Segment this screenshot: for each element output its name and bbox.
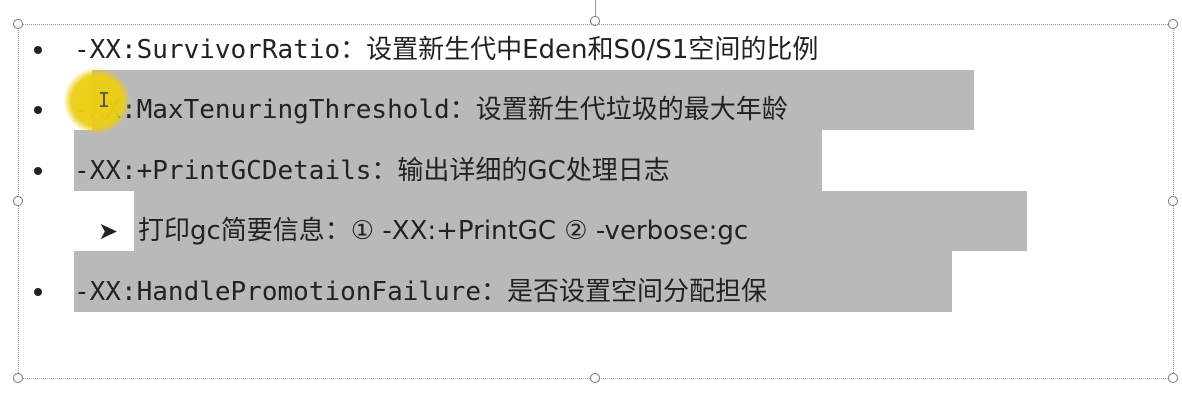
- option-code: -XX:MaxTenuringThreshold: [74, 95, 450, 125]
- option-code: -XX:HandlePromotionFailure: [74, 277, 481, 307]
- option-code: -XX:+PrintGCDetails: [74, 156, 372, 186]
- cursor-highlight: [64, 68, 130, 134]
- text-cursor-icon: I: [98, 88, 111, 112]
- option-description: ：是否设置空间分配担保: [481, 277, 768, 307]
- resize-handle-top-left[interactable]: [13, 19, 23, 29]
- bullet-icon: [34, 46, 42, 54]
- option-description: ：设置新生代中Eden和S0/S1空间的比例: [340, 35, 819, 65]
- bullet-icon: [34, 106, 42, 114]
- sub-bullet-text: 打印gc简要信息：① -XX:+PrintGC ② -verbose:gc: [138, 216, 749, 246]
- resize-handle-bottom-left[interactable]: [13, 373, 23, 383]
- option-description: ：输出详细的GC处理日志: [371, 156, 670, 186]
- bullet-icon: [34, 167, 42, 175]
- option-code: -XX:SurvivorRatio: [74, 35, 341, 65]
- bullet-item-print-gc-details[interactable]: -XX:+PrintGCDetails：输出详细的GC处理日志: [74, 142, 670, 200]
- resize-handle-bottom-right[interactable]: [1168, 373, 1178, 383]
- resize-handle-left[interactable]: [13, 196, 23, 206]
- bullet-item-max-tenuring-threshold[interactable]: -XX:MaxTenuringThreshold：设置新生代垃圾的最大年龄: [74, 81, 788, 139]
- resize-handle-right[interactable]: [1168, 196, 1178, 206]
- arrow-bullet-icon: ➤: [98, 217, 119, 245]
- option-description: ：设置新生代垃圾的最大年龄: [449, 95, 788, 125]
- sub-bullet-print-gc-info[interactable]: 打印gc简要信息：① -XX:+PrintGC ② -verbose:gc: [138, 202, 748, 260]
- bullet-item-survivor-ratio[interactable]: -XX:SurvivorRatio：设置新生代中Eden和S0/S1空间的比例: [74, 21, 818, 79]
- resize-handle-top-right[interactable]: [1168, 19, 1178, 29]
- resize-handle-bottom[interactable]: [590, 373, 600, 383]
- bullet-icon: [34, 288, 42, 296]
- bullet-item-handle-promotion-failure[interactable]: -XX:HandlePromotionFailure：是否设置空间分配担保: [74, 263, 767, 321]
